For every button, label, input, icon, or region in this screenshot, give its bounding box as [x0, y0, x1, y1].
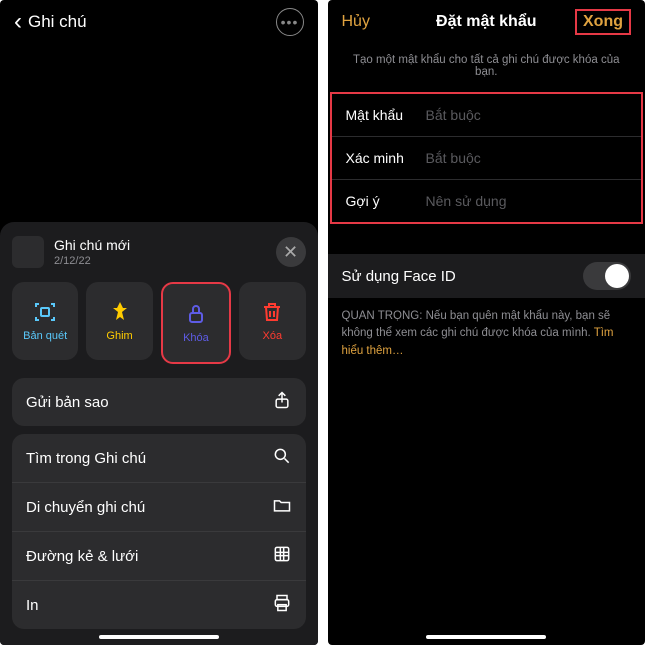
search-icon: [272, 446, 292, 470]
sheet-header: Ghi chú mới 2/12/22 ✕: [12, 236, 306, 268]
print-icon: [272, 593, 292, 617]
move-label: Di chuyển ghi chú: [26, 499, 145, 516]
scan-icon: [33, 300, 57, 324]
lock-tile[interactable]: Khóa: [161, 282, 231, 364]
grid-icon: [272, 544, 292, 568]
hint-label: Gợi ý: [346, 193, 426, 209]
send-copy-row[interactable]: Gửi bản sao: [12, 378, 306, 426]
action-sheet: Ghi chú mới 2/12/22 ✕ Bản quét Ghim Khóa: [0, 222, 318, 645]
lines-row[interactable]: Đường kẻ & lưới: [12, 532, 306, 581]
scan-label: Bản quét: [23, 330, 67, 342]
pin-label: Ghim: [106, 330, 132, 342]
navbar: Hủy Đặt mật khẩu Xong: [328, 0, 645, 44]
lock-label: Khóa: [183, 332, 209, 344]
verify-placeholder: Bắt buộc: [426, 150, 481, 166]
cancel-button[interactable]: Hủy: [342, 13, 370, 31]
find-label: Tìm trong Ghi chú: [26, 450, 146, 467]
pin-tile[interactable]: Ghim: [86, 282, 152, 360]
find-row[interactable]: Tìm trong Ghi chú: [12, 434, 306, 483]
trash-icon: [260, 300, 284, 324]
scan-tile[interactable]: Bản quét: [12, 282, 78, 360]
options-list: Tìm trong Ghi chú Di chuyển ghi chú Đườn…: [12, 434, 306, 629]
done-button[interactable]: Xong: [575, 9, 631, 35]
send-copy-label: Gửi bản sao: [26, 394, 109, 411]
faceid-toggle[interactable]: [583, 262, 631, 290]
folder-icon: [272, 495, 292, 519]
faceid-label: Sử dụng Face ID: [342, 268, 456, 285]
set-password-screen: Hủy Đặt mật khẩu Xong Tạo một mật khẩu c…: [328, 0, 645, 645]
home-indicator[interactable]: [99, 635, 219, 639]
delete-label: Xóa: [263, 330, 283, 342]
move-row[interactable]: Di chuyển ghi chú: [12, 483, 306, 532]
sheet-title: Ghi chú mới: [54, 237, 130, 253]
password-row[interactable]: Mật khẩu Bắt buộc: [332, 94, 642, 137]
lines-label: Đường kẻ & lưới: [26, 548, 138, 565]
lock-icon: [184, 302, 208, 326]
warning-text: QUAN TRỌNG: Nếu bạn quên mật khẩu này, b…: [328, 298, 645, 370]
hint-row[interactable]: Gợi ý Nên sử dụng: [332, 180, 642, 222]
password-form: Mật khẩu Bắt buộc Xác minh Bắt buộc Gợi …: [330, 92, 644, 224]
print-label: In: [26, 597, 39, 614]
navbar: ‹ Ghi chú •••: [0, 0, 318, 44]
sheet-date: 2/12/22: [54, 255, 130, 267]
home-indicator[interactable]: [426, 635, 546, 639]
faceid-row: Sử dụng Face ID: [328, 254, 645, 298]
back-label[interactable]: Ghi chú: [28, 12, 87, 32]
verify-row[interactable]: Xác minh Bắt buộc: [332, 137, 642, 180]
pin-icon: [108, 300, 132, 324]
password-placeholder: Bắt buộc: [426, 107, 481, 123]
verify-label: Xác minh: [346, 150, 426, 166]
more-icon[interactable]: •••: [276, 8, 304, 36]
hint-placeholder: Nên sử dụng: [426, 193, 507, 209]
warn-prefix: QUAN TRỌNG: Nếu bạn quên mật khẩu này, b…: [342, 310, 611, 339]
action-tiles: Bản quét Ghim Khóa Xóa: [12, 282, 306, 364]
send-copy-row-group: Gửi bản sao: [12, 378, 306, 426]
note-thumbnail: [12, 236, 44, 268]
password-label: Mật khẩu: [346, 107, 426, 123]
close-icon[interactable]: ✕: [276, 237, 306, 267]
chevron-left-icon[interactable]: ‹: [14, 8, 22, 36]
subtitle: Tạo một mật khẩu cho tất cả ghi chú được…: [328, 44, 645, 92]
share-icon: [272, 390, 292, 414]
delete-tile[interactable]: Xóa: [239, 282, 305, 360]
notes-app-screen: ‹ Ghi chú ••• Ghi chú mới 2/12/22 ✕ Bản …: [0, 0, 318, 645]
print-row[interactable]: In: [12, 581, 306, 629]
